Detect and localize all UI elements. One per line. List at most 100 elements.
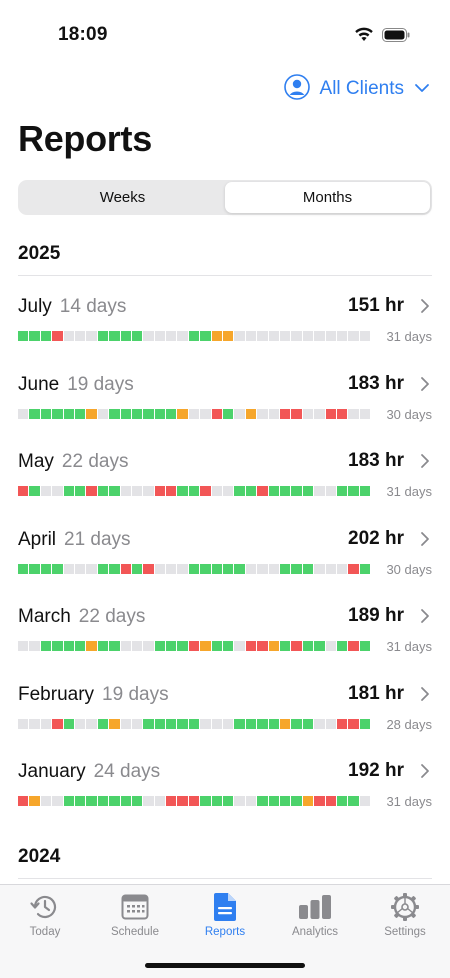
day-cell — [200, 486, 211, 496]
day-cell — [257, 796, 268, 806]
day-cell — [143, 718, 154, 729]
day-cell — [63, 796, 74, 806]
day-cell — [302, 718, 314, 729]
day-cell — [291, 408, 302, 419]
day-cell — [211, 331, 223, 341]
day-cell — [325, 796, 336, 806]
day-cell — [86, 331, 97, 341]
day-cell — [257, 641, 268, 651]
day-cell — [188, 718, 200, 729]
day-cell — [18, 563, 29, 574]
month-row[interactable]: April 21 days 202 hr 30 days — [0, 509, 450, 587]
day-cell — [143, 563, 154, 574]
day-cell — [314, 408, 325, 419]
day-cell — [18, 408, 29, 419]
day-cell — [177, 641, 188, 651]
day-cell — [86, 563, 97, 574]
day-cell — [86, 408, 97, 419]
day-cell — [52, 563, 63, 574]
month-row[interactable]: March 22 days 189 hr 31 days — [0, 586, 450, 664]
chevron-right-icon — [420, 453, 430, 474]
day-cell — [154, 408, 166, 419]
tab-schedule[interactable]: Schedule — [90, 891, 180, 938]
day-cell — [200, 718, 211, 729]
year-label: 2024 — [18, 845, 61, 867]
day-cell — [291, 641, 302, 651]
day-cell — [109, 641, 120, 651]
day-strip — [18, 641, 371, 651]
day-cell — [63, 718, 74, 729]
day-cell — [29, 796, 40, 806]
day-cell — [86, 486, 97, 496]
day-cell — [18, 718, 29, 729]
day-cell — [291, 796, 302, 806]
day-cell — [234, 408, 245, 419]
day-strip — [18, 796, 371, 806]
day-cell — [97, 331, 109, 341]
day-cell — [302, 408, 314, 419]
day-cell — [18, 796, 29, 806]
day-cell — [74, 486, 86, 496]
chevron-down-icon — [414, 80, 430, 98]
day-cell — [86, 718, 97, 729]
day-cell — [29, 641, 40, 651]
day-cell — [166, 796, 177, 806]
day-cell — [348, 718, 359, 729]
segment-weeks[interactable]: Weeks — [20, 182, 225, 213]
day-cell — [120, 796, 131, 806]
day-cell — [131, 563, 143, 574]
month-label: May — [18, 451, 54, 472]
worked-days-label: 22 days — [61, 451, 129, 472]
status-bar: 18:09 — [0, 0, 450, 70]
month-row[interactable]: May 22 days 183 hr 31 days — [0, 431, 450, 509]
day-strip — [18, 563, 371, 574]
day-cell — [97, 408, 109, 419]
day-cell — [257, 331, 268, 341]
chevron-right-icon — [420, 376, 430, 397]
day-cell — [245, 641, 257, 651]
month-label: April — [18, 528, 57, 550]
total-days-label: 31 days — [386, 639, 432, 654]
month-row[interactable]: June 19 days 183 hr 30 days — [0, 354, 450, 432]
day-cell — [120, 486, 131, 496]
reports-list: 2025 July 14 days 151 hr 31 days June 19 days 1… — [0, 232, 450, 879]
worked-days-label: 22 days — [78, 606, 146, 627]
day-cell — [359, 331, 371, 341]
tab-reports[interactable]: Reports — [180, 891, 270, 938]
day-cell — [257, 408, 268, 419]
day-cell — [154, 486, 166, 496]
total-days-label: 30 days — [386, 561, 432, 577]
day-cell — [177, 718, 188, 729]
day-cell — [268, 486, 279, 496]
day-cell — [200, 331, 211, 341]
day-cell — [29, 408, 40, 419]
day-cell — [97, 563, 109, 574]
day-cell — [348, 796, 359, 806]
day-cell — [63, 563, 74, 574]
month-row[interactable]: February 19 days 181 hr 28 days — [0, 664, 450, 742]
day-cell — [348, 486, 359, 496]
day-cell — [177, 796, 188, 806]
day-cell — [257, 718, 268, 729]
month-label: June — [18, 373, 60, 395]
tab-today[interactable]: Today — [0, 891, 90, 938]
day-cell — [166, 641, 177, 651]
day-cell — [279, 718, 291, 729]
day-cell — [348, 563, 359, 574]
segment-months[interactable]: Months — [225, 182, 430, 213]
day-cell — [97, 718, 109, 729]
day-cell — [18, 486, 29, 496]
day-cell — [188, 796, 200, 806]
month-row[interactable]: July 14 days 151 hr 31 days — [0, 276, 450, 354]
tab-settings[interactable]: Settings — [360, 891, 450, 938]
tab-analytics[interactable]: Analytics — [270, 891, 360, 938]
day-cell — [245, 563, 257, 574]
day-cell — [86, 796, 97, 806]
day-cell — [40, 796, 52, 806]
day-cell — [291, 563, 302, 574]
tab-label-today: Today — [29, 926, 61, 938]
client-picker[interactable]: All Clients — [283, 73, 430, 104]
period-segmented-control: Weeks Months — [18, 180, 432, 215]
month-row[interactable]: January 24 days 192 hr 31 days — [0, 741, 450, 819]
day-cell — [314, 718, 325, 729]
